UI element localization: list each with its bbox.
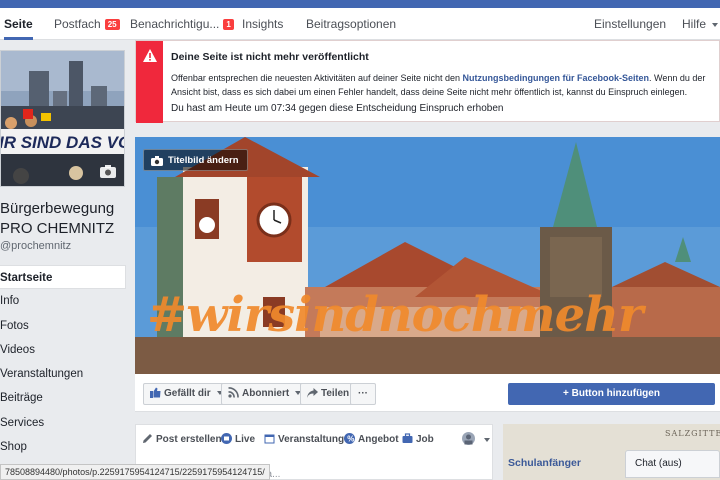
- tab-beitragsoptionen[interactable]: Beitragsoptionen: [306, 8, 396, 40]
- sidebar-item-shop[interactable]: Shop: [0, 435, 126, 459]
- tab-label: Postfach: [54, 17, 101, 31]
- tab-label: Job: [416, 434, 434, 445]
- page-title-line2: PRO CHEMNITZ: [0, 220, 115, 237]
- alert-title: Deine Seite ist nicht mehr veröffentlich…: [171, 51, 369, 63]
- tab-label: Angebot: [358, 434, 399, 445]
- tab-label: Benachrichtigu...: [130, 17, 220, 31]
- help-menu[interactable]: Hilfe: [682, 8, 719, 40]
- rss-icon: [228, 387, 239, 398]
- alert-body-text: Offenbar entsprechen die neuesten Aktivi…: [171, 73, 463, 83]
- tab-veranstaltung[interactable]: Veranstaltung: [264, 432, 344, 448]
- tab-label: Post erstellen: [156, 434, 222, 445]
- sidebar-item-videos[interactable]: Videos: [0, 338, 126, 362]
- tab-angebot[interactable]: % Angebot: [344, 432, 399, 448]
- tab-benachrichtigungen[interactable]: Benachrichtigu... 1: [130, 8, 234, 40]
- cover-hashtag: #wirsindnochmehr: [147, 287, 643, 343]
- page-nav-bar: Seite Postfach 25 Benachrichtigu... 1 Insi…: [0, 8, 720, 40]
- sidebar-item-startseite[interactable]: Startseite: [0, 265, 126, 290]
- page-identity-switcher[interactable]: [462, 432, 490, 448]
- status-url-bar: 78508894480/photos/p.2259175954124715/22…: [0, 464, 270, 480]
- pencil-icon: [143, 434, 152, 443]
- sidebar-item-fotos[interactable]: Fotos: [0, 314, 126, 338]
- camera-icon[interactable]: [100, 165, 116, 178]
- page-action-bar: Gefällt dir Abonniert Teilen ··· + Butto…: [135, 374, 720, 412]
- page-title: Bürgerbewegung PRO CHEMNITZ: [0, 199, 130, 239]
- sidebar-item-services[interactable]: Services: [0, 411, 126, 435]
- appeal-status: Du hast am Heute um 07:34 gegen diese En…: [171, 103, 504, 114]
- alert-body: Offenbar entsprechen die neuesten Aktivi…: [171, 71, 715, 99]
- like-label: Gefällt dir: [164, 388, 211, 399]
- more-options-button[interactable]: ···: [350, 383, 376, 405]
- profile-picture[interactable]: IR SIND DAS VOLK: [0, 50, 125, 187]
- follow-label: Abonniert: [242, 388, 290, 399]
- tab-post-erstellen[interactable]: Post erstellen: [142, 432, 222, 448]
- notification-badge: 1: [223, 19, 234, 30]
- tab-label: Beitragsoptionen: [306, 17, 397, 31]
- avatar: [462, 432, 475, 445]
- like-button[interactable]: Gefällt dir: [143, 383, 230, 405]
- cover-photo: Titelbild ändern #wirsindnochmehr: [135, 137, 720, 374]
- left-menu: Startseite Info Fotos Videos Veranstaltu…: [0, 265, 126, 459]
- live-icon: [221, 433, 232, 444]
- tab-label: Seite: [4, 17, 33, 31]
- teaser-brand: SALZGITTER: [665, 429, 720, 438]
- unpublished-alert: Deine Seite ist nicht mehr veröffentlich…: [135, 40, 720, 123]
- briefcase-icon: [402, 433, 413, 443]
- tab-job[interactable]: Job: [402, 432, 434, 448]
- add-button-button[interactable]: + Button hinzufügen: [508, 383, 715, 405]
- teaser-headline: Schulanfänger: [508, 457, 581, 469]
- tab-label: Insights: [242, 17, 284, 31]
- sidebar-item-beitraege[interactable]: Beiträge: [0, 386, 126, 410]
- help-label: Hilfe: [682, 17, 707, 31]
- calendar-icon: [264, 434, 275, 444]
- browser-top-strip: [0, 0, 720, 8]
- change-cover-button[interactable]: Titelbild ändern: [143, 149, 248, 171]
- follow-button[interactable]: Abonniert: [221, 383, 309, 405]
- change-cover-label: Titelbild ändern: [168, 155, 239, 166]
- settings-link[interactable]: Einstellungen: [594, 8, 666, 40]
- tab-seite[interactable]: Seite: [4, 8, 33, 40]
- terms-link[interactable]: Nutzungsbedingungen für Facebook-Seiten: [463, 73, 650, 83]
- svg-text:%: %: [347, 435, 354, 444]
- more-icon: ···: [358, 388, 368, 399]
- camera-icon: [151, 156, 163, 166]
- share-label: Teilen: [321, 388, 350, 399]
- notification-badge: 25: [104, 19, 120, 30]
- settings-label: Einstellungen: [594, 17, 667, 31]
- share-button[interactable]: Teilen: [300, 383, 357, 405]
- chevron-down-icon: [484, 438, 490, 442]
- chevron-down-icon: [712, 23, 719, 27]
- tab-insights[interactable]: Insights: [242, 8, 283, 40]
- thumbs-up-icon: [150, 387, 161, 398]
- warning-icon: [143, 49, 157, 62]
- tab-live[interactable]: Live: [221, 432, 255, 448]
- tab-postfach[interactable]: Postfach 25: [54, 8, 120, 40]
- page-title-line1: Bürgerbewegung: [0, 200, 115, 217]
- sidebar-item-veranstaltungen[interactable]: Veranstaltungen: [0, 362, 126, 386]
- page-handle: @prochemnitz: [0, 240, 72, 252]
- banner-text: IR SIND DAS VOLK: [1, 133, 125, 152]
- sidebar-item-info[interactable]: Info: [0, 289, 126, 313]
- share-icon: [307, 388, 318, 398]
- offer-tag-icon: %: [344, 433, 355, 444]
- chat-toggle[interactable]: Chat (aus): [625, 450, 720, 478]
- tab-label: Live: [235, 434, 256, 445]
- tab-label: Veranstaltung: [278, 434, 345, 445]
